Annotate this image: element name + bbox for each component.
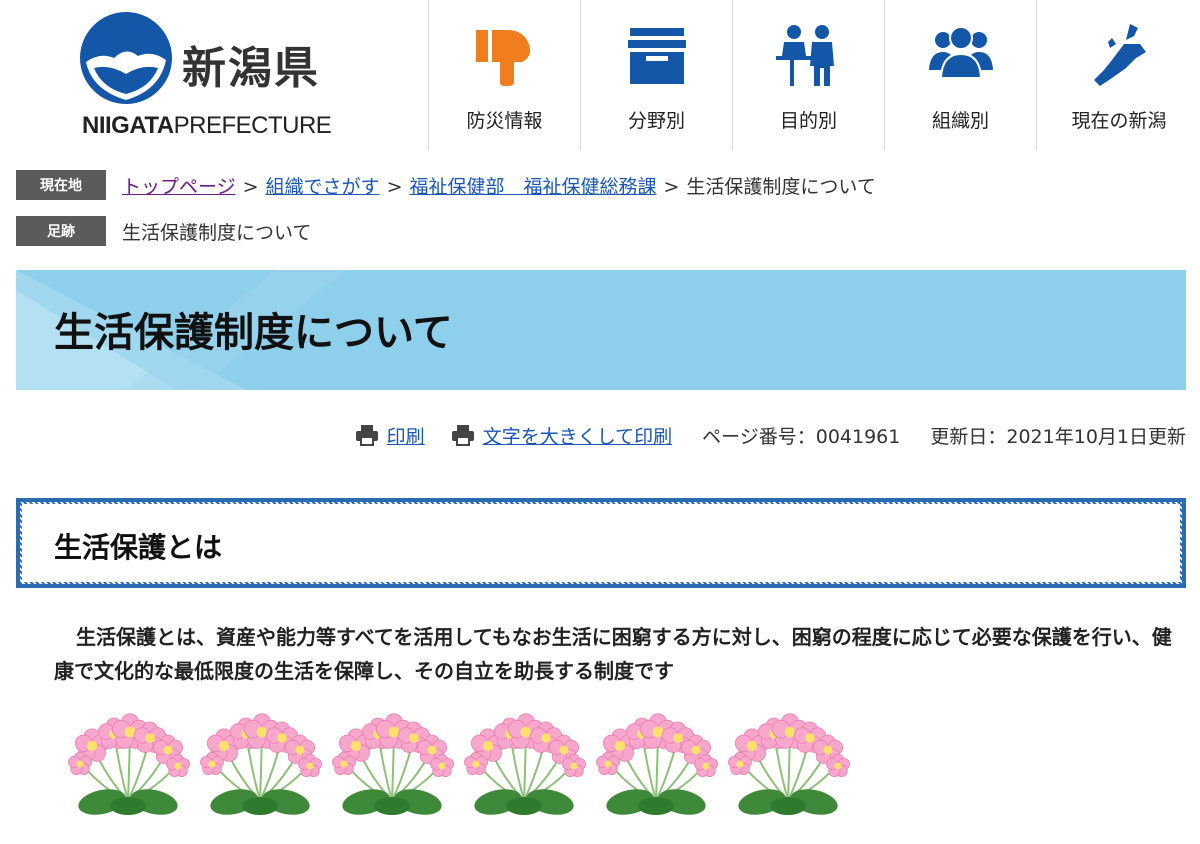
logo-kanji-text: 新潟県: [182, 43, 320, 94]
breadcrumb-link-top[interactable]: トップページ: [122, 176, 236, 198]
nav-item-disaster[interactable]: 防災情報: [428, 0, 580, 150]
breadcrumb-current: 生活保護制度について: [686, 175, 876, 198]
nav-label: 現在の新潟: [1071, 110, 1167, 132]
nav-label: 分野別: [627, 110, 685, 132]
flower-decoration: [62, 712, 854, 816]
printer-icon: [451, 425, 474, 446]
pink-flower-icon: [596, 713, 718, 815]
group-icon: [928, 26, 993, 79]
section-title: 生活保護とは: [54, 531, 223, 564]
megaphone-icon: [475, 30, 530, 86]
updated-date: 更新日：2021年10月1日更新: [930, 425, 1186, 448]
pink-flower-icon: [332, 713, 454, 815]
footprint: 足跡 生活保護制度について: [16, 216, 311, 246]
site-header: 新潟県 NIIGATAPREFECTURE 防災情報 分野別 目的別 組織別 現…: [0, 0, 1200, 150]
section-header-box: 生活保護とは: [16, 498, 1186, 588]
pink-flower-icon: [728, 713, 850, 815]
pink-flower-icon: [68, 713, 190, 815]
nav-item-organization[interactable]: 組織別: [884, 0, 1036, 150]
logo-english-text: NIIGATAPREFECTURE: [82, 112, 332, 139]
footprint-label: 足跡: [16, 216, 106, 246]
footprint-item: 生活保護制度について: [122, 221, 312, 244]
breadcrumb-link-department[interactable]: 福祉保健部 福祉保健総務課: [409, 176, 656, 198]
print-link[interactable]: 印刷: [355, 422, 425, 449]
niigata-map-icon: [1094, 24, 1146, 86]
page-title-banner: 生活保護制度について: [16, 270, 1186, 390]
breadcrumb-link-organization[interactable]: 組織でさがす: [266, 176, 380, 198]
niigata-logo-icon: [80, 12, 172, 104]
pink-flower-icon: [200, 713, 322, 815]
nav-label: 防災情報: [466, 110, 543, 132]
global-nav: 防災情報 分野別 目的別 組織別 現在の新潟: [428, 0, 1200, 150]
nav-label: 組織別: [931, 110, 989, 132]
people-counter-icon: [775, 25, 834, 86]
printer-icon: [355, 425, 378, 446]
print-large-text-link[interactable]: 文字を大きくして印刷: [451, 422, 672, 449]
page-title: 生活保護制度について: [54, 310, 453, 356]
nav-item-purpose[interactable]: 目的別: [732, 0, 884, 150]
section-body-text: 生活保護とは、資産や能力等すべてを活用してもなお生活に困窮する方に対し、困窮の程…: [54, 625, 1172, 683]
page-number: ページ番号：0041961: [702, 425, 901, 448]
nav-label: 目的別: [779, 110, 837, 132]
pink-flower-icon: [464, 713, 586, 815]
page-tools: 印刷 文字を大きくして印刷 ページ番号：0041961 更新日：2021年10月…: [355, 420, 1186, 450]
site-logo[interactable]: 新潟県 NIIGATAPREFECTURE: [80, 12, 350, 142]
breadcrumb-trail: トップページ > 組織でさがす > 福祉保健部 福祉保健総務課 > 生活保護制度について: [122, 175, 876, 198]
breadcrumb-label: 現在地: [16, 170, 106, 200]
breadcrumb: 現在地 トップページ > 組織でさがす > 福祉保健部 福祉保健総務課 > 生活保護制度につ…: [16, 170, 876, 200]
nav-item-niigata-now[interactable]: 現在の新潟: [1036, 0, 1200, 150]
file-box-icon: [627, 28, 686, 84]
nav-item-category[interactable]: 分野別: [580, 0, 732, 150]
